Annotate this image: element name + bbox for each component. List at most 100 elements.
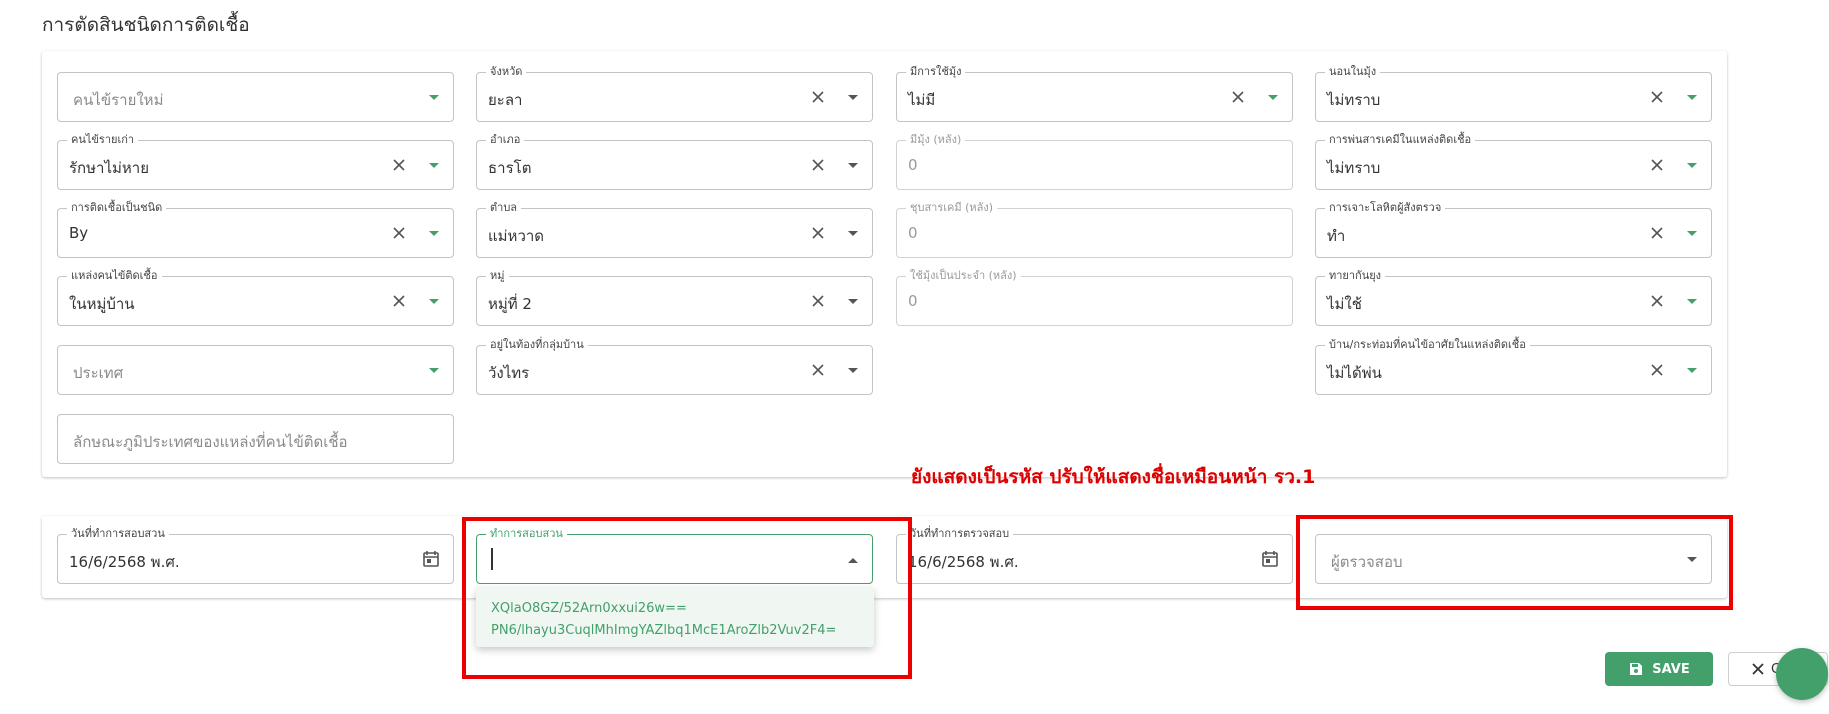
- district-label: อำเภอ: [486, 133, 525, 147]
- infection-source-select[interactable]: แหล่งคนไข้ติดเชื้อ ในหมู่บ้าน: [57, 269, 454, 326]
- old-patient-value: รักษาไม่หาย: [69, 159, 149, 177]
- chevron-down-icon[interactable]: [427, 297, 441, 307]
- review-annotation: ยังแสดงเป็นรหัส ปรับให้แสดงชื่อเหมือนหน้…: [911, 466, 1316, 488]
- clear-icon[interactable]: [810, 157, 826, 173]
- clear-icon[interactable]: [810, 225, 826, 241]
- village-area-value: วังไทร: [488, 364, 530, 382]
- chevron-down-icon[interactable]: [1685, 93, 1699, 103]
- new-patient-placeholder: คนไข้รายใหม่: [73, 91, 164, 109]
- clear-icon[interactable]: [391, 293, 407, 309]
- check-date-label: วันที่ทำการตรวจสอบ: [906, 527, 1014, 541]
- terrain-input[interactable]: ลักษณะภูมิประเทศของแหล่งที่คนไข้ติดเชื้อ: [57, 414, 454, 464]
- village-area-label: อยู่ในท้องที่กลุ่มบ้าน: [486, 338, 588, 352]
- village-value: หมู่ที่ 2: [488, 295, 532, 313]
- investigation-date-label: วันที่ทำการสอบสวน: [67, 527, 169, 541]
- clear-icon[interactable]: [1230, 89, 1246, 105]
- repellent-select[interactable]: ทายากันยุง ไม่ใช้: [1315, 269, 1712, 326]
- floating-action-button[interactable]: [1776, 648, 1828, 700]
- chevron-down-icon[interactable]: [1685, 297, 1699, 307]
- net-chem-input[interactable]: ชุบสารเคมี (หลัง) 0: [896, 201, 1293, 258]
- infection-source-label: แหล่งคนไข้ติดเชื้อ: [67, 269, 162, 283]
- chevron-down-icon[interactable]: [846, 161, 860, 171]
- close-icon: [1752, 663, 1764, 675]
- infection-type-select[interactable]: การติดเชื้อเป็นชนิด By: [57, 201, 454, 258]
- village-area-select[interactable]: อยู่ในท้องที่กลุ่มบ้าน วังไทร: [476, 338, 873, 395]
- calendar-icon[interactable]: [1260, 549, 1280, 569]
- net-count-value: 0: [908, 156, 918, 174]
- chevron-down-icon[interactable]: [846, 93, 860, 103]
- old-patient-select[interactable]: คนไข้รายเก่า รักษาไม่หาย: [57, 133, 454, 190]
- infection-type-value: By: [69, 224, 89, 242]
- clear-icon[interactable]: [1649, 362, 1665, 378]
- subdistrict-label: ตำบล: [486, 201, 522, 215]
- check-date-value: 16/6/2568 พ.ศ.: [908, 553, 1019, 571]
- net-use-value: ไม่มี: [908, 91, 936, 109]
- investigation-date-value: 16/6/2568 พ.ศ.: [69, 553, 180, 571]
- net-count-input[interactable]: มีมุ้ง (หลัง) 0: [896, 133, 1293, 190]
- blood-test-value: ทำ: [1327, 227, 1346, 245]
- clear-icon[interactable]: [391, 225, 407, 241]
- infection-source-value: ในหมู่บ้าน: [69, 295, 135, 313]
- village-label: หมู่: [486, 269, 509, 283]
- province-select[interactable]: จังหวัด ยะลา: [476, 65, 873, 122]
- house-hut-select[interactable]: บ้าน/กระท่อมที่คนไข้อาศัยในแหล่งติดเชื้อ…: [1315, 338, 1712, 395]
- clear-icon[interactable]: [1649, 293, 1665, 309]
- net-regular-label: ใช้มุ้งเป็นประจำ (หลัง): [906, 269, 1021, 283]
- subdistrict-value: แม่หวาด: [488, 227, 545, 245]
- net-chem-value: 0: [908, 224, 918, 242]
- sleep-in-net-select[interactable]: นอนในมุ้ง ไม่ทราบ: [1315, 65, 1712, 122]
- chevron-down-icon[interactable]: [1685, 161, 1699, 171]
- subdistrict-select[interactable]: ตำบล แม่หวาด: [476, 201, 873, 258]
- clear-icon[interactable]: [391, 157, 407, 173]
- old-patient-label: คนไข้รายเก่า: [67, 133, 139, 147]
- blood-test-select[interactable]: การเจาะโลหิตผู้สังตรวจ ทำ: [1315, 201, 1712, 258]
- chevron-down-icon[interactable]: [1685, 229, 1699, 239]
- chem-spray-value: ไม่ทราบ: [1327, 159, 1381, 177]
- chevron-down-icon[interactable]: [1266, 93, 1280, 103]
- chevron-down-icon[interactable]: [846, 366, 860, 376]
- annotation-box-checker: [1296, 515, 1733, 610]
- blood-test-label: การเจาะโลหิตผู้สังตรวจ: [1325, 201, 1446, 215]
- chevron-down-icon[interactable]: [1685, 366, 1699, 376]
- district-select[interactable]: อำเภอ ธารโต: [476, 133, 873, 190]
- house-hut-label: บ้าน/กระท่อมที่คนไข้อาศัยในแหล่งติดเชื้อ: [1325, 338, 1530, 352]
- country-placeholder: ประเทศ: [73, 364, 124, 382]
- clear-icon[interactable]: [1649, 157, 1665, 173]
- sleep-in-net-label: นอนในมุ้ง: [1325, 65, 1381, 79]
- save-icon: [1630, 663, 1643, 675]
- clear-icon[interactable]: [1649, 89, 1665, 105]
- chevron-down-icon[interactable]: [427, 93, 441, 103]
- page-title: การตัดสินชนิดการติดเชื้อ: [42, 14, 250, 36]
- country-select[interactable]: ประเทศ: [57, 345, 454, 395]
- investigation-date-picker[interactable]: วันที่ทำการสอบสวน 16/6/2568 พ.ศ.: [57, 527, 454, 584]
- clear-icon[interactable]: [1649, 225, 1665, 241]
- net-regular-value: 0: [908, 292, 918, 310]
- clear-icon[interactable]: [810, 89, 826, 105]
- clear-icon[interactable]: [810, 293, 826, 309]
- new-patient-select[interactable]: คนไข้รายใหม่: [57, 72, 454, 122]
- sleep-in-net-value: ไม่ทราบ: [1327, 91, 1381, 109]
- chevron-down-icon[interactable]: [427, 161, 441, 171]
- calendar-icon[interactable]: [421, 549, 441, 569]
- save-button[interactable]: SAVE: [1605, 652, 1713, 686]
- repellent-value: ไม่ใช้: [1327, 295, 1362, 313]
- chevron-down-icon[interactable]: [846, 297, 860, 307]
- chem-spray-select[interactable]: การพ่นสารเคมีในแหล่งติดเชื้อ ไม่ทราบ: [1315, 133, 1712, 190]
- province-value: ยะลา: [488, 91, 523, 109]
- annotation-box-investigator: [462, 517, 912, 679]
- house-hut-value: ไม่ได้พ่น: [1327, 364, 1382, 382]
- net-regular-input[interactable]: ใช้มุ้งเป็นประจำ (หลัง) 0: [896, 269, 1293, 326]
- terrain-placeholder: ลักษณะภูมิประเทศของแหล่งที่คนไข้ติดเชื้อ: [73, 433, 348, 451]
- check-date-picker[interactable]: วันที่ทำการตรวจสอบ 16/6/2568 พ.ศ.: [896, 527, 1293, 584]
- village-select[interactable]: หมู่ หมู่ที่ 2: [476, 269, 873, 326]
- net-use-select[interactable]: มีการใช้มุ้ง ไม่มี: [896, 65, 1293, 122]
- net-use-label: มีการใช้มุ้ง: [906, 65, 966, 79]
- district-value: ธารโต: [488, 159, 532, 177]
- net-count-label: มีมุ้ง (หลัง): [906, 133, 966, 147]
- chevron-down-icon[interactable]: [846, 229, 860, 239]
- save-button-label: SAVE: [1652, 661, 1690, 677]
- chem-spray-label: การพ่นสารเคมีในแหล่งติดเชื้อ: [1325, 133, 1476, 147]
- chevron-down-icon[interactable]: [427, 366, 441, 376]
- chevron-down-icon[interactable]: [427, 229, 441, 239]
- clear-icon[interactable]: [810, 362, 826, 378]
